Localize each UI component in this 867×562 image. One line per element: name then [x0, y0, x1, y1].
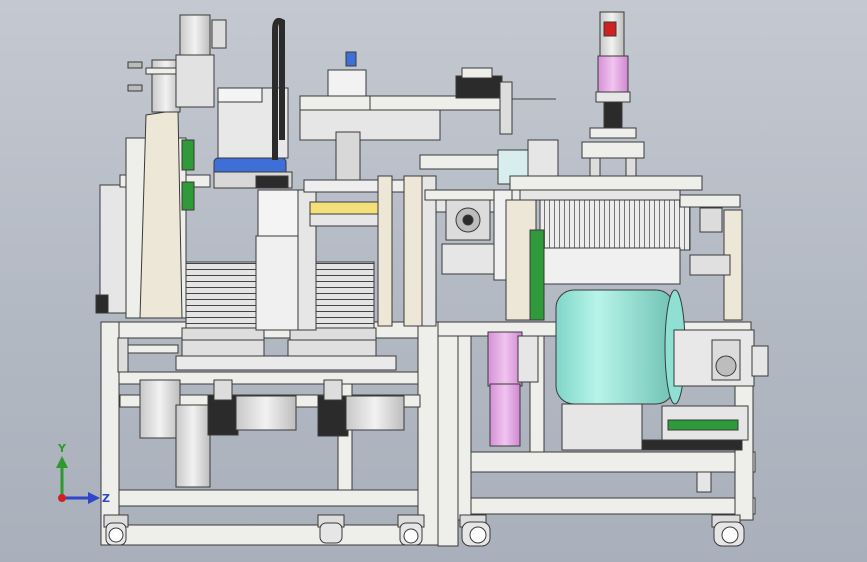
center-housing [255, 189, 317, 331]
z-axis-arrow [88, 492, 100, 504]
x-axis-dot [58, 494, 66, 502]
cad-viewport[interactable]: Y Z [0, 0, 867, 562]
lower-servo-motors [139, 379, 405, 488]
lower-mounts [175, 339, 397, 371]
z-axis-label: Z [102, 492, 110, 505]
y-axis-label: Y [57, 442, 67, 455]
machine-drawing: Y Z [56, 11, 769, 547]
y-axis-arrow [56, 456, 68, 468]
pink-servo-motor [581, 11, 645, 183]
